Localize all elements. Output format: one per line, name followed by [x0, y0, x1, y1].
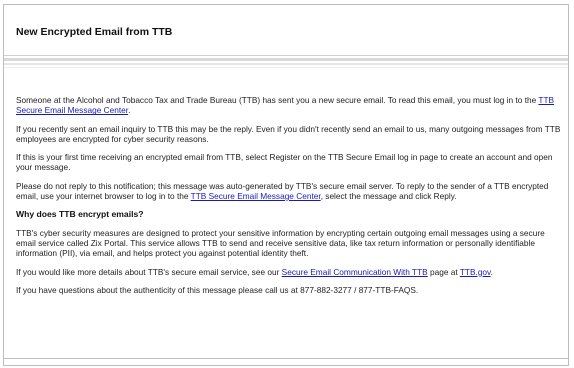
paragraph-intro-text: Someone at the Alcohol and Tobacco Tax a…	[16, 95, 539, 105]
paragraph-security-measures: TTB's cyber security measures are design…	[16, 227, 545, 259]
email-body: Someone at the Alcohol and Tobacco Tax a…	[16, 95, 564, 303]
secure-email-communication-link[interactable]: Secure Email Communication With TTB	[282, 267, 428, 277]
email-title: New Encrypted Email from TTB	[16, 26, 173, 38]
paragraph-first-time: If this is your first time receiving an …	[16, 152, 553, 173]
email-frame: New Encrypted Email from TTB Someone at …	[3, 4, 569, 366]
header-divider-thin	[4, 67, 568, 68]
paragraph-intro-end: .	[128, 105, 131, 116]
message-center-link-2[interactable]: TTB Secure Email Message Center	[191, 191, 321, 201]
paragraph-more-details-end: .	[490, 266, 493, 277]
header-divider-thick	[4, 58, 568, 61]
heading-why-encrypt: Why does TTB encrypt emails?	[16, 209, 144, 220]
paragraph-more-details: If you would like more details about TTB…	[16, 267, 564, 277]
header-divider-mid	[4, 63, 568, 65]
paragraph-do-not-reply-end: , select the message and click Reply.	[320, 191, 457, 202]
footer-divider	[4, 358, 568, 359]
paragraph-authenticity: If you have questions about the authenti…	[16, 284, 419, 295]
paragraph-do-not-reply: Please do not reply to this notification…	[16, 181, 564, 202]
paragraph-reply-note: If you recently sent an email inquiry to…	[16, 123, 561, 144]
paragraph-more-details-middle: page at	[427, 266, 460, 277]
email-header: New Encrypted Email from TTB	[4, 5, 568, 56]
ttb-gov-link[interactable]: TTB.gov	[460, 267, 491, 277]
paragraph-more-details-text: If you would like more details about TTB…	[16, 266, 282, 277]
paragraph-intro: Someone at the Alcohol and Tobacco Tax a…	[16, 95, 564, 116]
